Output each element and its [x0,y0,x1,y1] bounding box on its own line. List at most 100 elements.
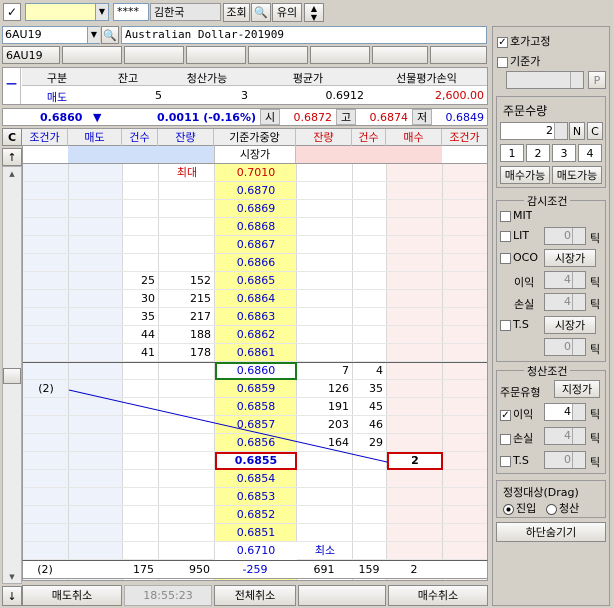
qty-preset-4[interactable]: 4 [578,144,602,162]
hdr-buy: 매수 [386,129,442,146]
pos-avg-price: 0.6912 [325,89,365,102]
sell-available-button[interactable]: 매도가능 [552,166,602,184]
total-bid-cnt: 159 [358,563,380,576]
order-drag-line [68,389,388,463]
clock-time: 18:55:23 [124,585,212,606]
qty-preset-3[interactable]: 3 [552,144,576,162]
search-icon[interactable]: 🔍 [101,26,119,44]
hdr-bid-cnt: 건수 [352,129,386,146]
qty-preset-2[interactable]: 2 [526,144,550,162]
pos-hdr-balance: 잔고 [117,72,139,85]
loss-label: 손실 [514,298,535,311]
ts-market-button[interactable]: 시장가 [544,316,596,334]
account-dropdown-icon[interactable]: ▼ [95,4,108,20]
open-label: 시 [260,109,280,125]
hoga-fixed-checkbox[interactable]: ✓ 호가고정 [497,33,607,49]
buy-cancel-button[interactable]: 매수취소 [388,585,488,606]
close-loss-input[interactable]: 4 [544,427,586,445]
symbol-tab-empty-5[interactable] [310,46,370,64]
scroll-up-button[interactable]: ↑ [2,148,22,166]
close-profit-checkbox[interactable]: ✓ 이익 [500,406,533,422]
hdr-center: 기준가중앙 [214,129,296,146]
lit-checkbox[interactable]: LIT [500,229,529,242]
query-button[interactable]: 조회 [223,3,250,22]
base-price-input[interactable] [506,71,584,89]
hdr-bid-qty: 잔량 [296,129,352,146]
total-ask-qty: 950 [189,563,210,576]
pos-pnl: 2,600.00 [435,89,484,102]
order-qty-input[interactable]: 2 [500,122,568,140]
symbol-dropdown-icon[interactable]: ▼ [87,27,100,43]
high-label: 고 [336,109,356,125]
symbol-tab-empty-7[interactable] [430,46,487,64]
hdr-cond-right: 조건가 [449,131,480,144]
pos-hdr-side: 구분 [46,72,68,85]
correction-target-title: 정정대상(Drag) [503,486,579,499]
close-profit-tick-label: 틱 [590,408,601,421]
close-ts-input[interactable]: 0 [544,451,586,469]
high-value: 0.6874 [369,111,409,124]
loss-tick-label: 틱 [590,298,601,311]
bottom-blank-button[interactable] [298,585,386,606]
order-book-grid[interactable]: 0.7010 최대 0.6870 0.6869 0.6868 0.6867 0.6866 25… [22,163,488,581]
checkbox-top[interactable]: ✓ [3,3,21,21]
ts-input[interactable]: 0 [544,338,586,356]
open-value: 0.6872 [293,111,333,124]
scroll-thumb[interactable] [3,368,21,384]
symbol-tab-empty-2[interactable] [124,46,184,64]
symbol-tab-empty-6[interactable] [372,46,428,64]
oco-checkbox[interactable]: OCO [500,251,538,264]
key-icon[interactable]: 🔍 [251,3,271,22]
liquidate-radio[interactable]: 청산 [546,500,579,516]
profit-tick-label: 틱 [590,276,601,289]
pos-hdr-avg: 평균가 [292,72,324,85]
password-field[interactable]: **** [113,3,149,21]
qty-preset-1[interactable]: 1 [500,144,524,162]
p-button[interactable]: P [588,71,606,89]
sell-cancel-button[interactable]: 매도취소 [22,585,122,606]
symbol-tab[interactable]: 6AU19 [2,46,60,64]
profit-label: 이익 [514,276,535,289]
market-price-label[interactable]: 시장가 [214,146,296,163]
n-button[interactable]: N [569,122,585,140]
entry-radio[interactable]: 진입 [503,500,536,516]
symbol-tab-empty-1[interactable] [62,46,122,64]
close-ts-tick-label: 틱 [590,456,601,469]
pos-balance: 5 [155,89,162,102]
total-ask-cnt: 175 [133,563,154,576]
close-profit-input[interactable]: 4 [544,403,586,421]
grid-c-button[interactable]: C [2,128,22,146]
updown-icon[interactable]: ▲ ▼ [304,3,324,22]
base-price-checkbox[interactable]: 기준가 [497,53,607,69]
ts-tick-label: 틱 [590,343,601,356]
scroll-top-arrow-icon[interactable]: ▲ [3,167,21,181]
hide-bottom-button[interactable]: 하단숨기기 [496,522,606,542]
pos-closable: 3 [241,89,248,102]
mit-checkbox[interactable]: MIT [500,209,532,222]
buy-available-button[interactable]: 매수가능 [500,166,550,184]
lit-input[interactable]: 0 [544,227,586,245]
position-collapse[interactable]: — [3,68,21,104]
ts-checkbox[interactable]: T.S [500,318,529,331]
c-button[interactable]: C [587,122,603,140]
oco-market-button[interactable]: 시장가 [544,249,596,267]
symbol-tab-empty-4[interactable] [248,46,308,64]
symbol-input[interactable]: 6AU19 [2,26,100,44]
pos-hdr-pnl: 선물평가손익 [396,72,457,85]
profit-input[interactable]: 4 [544,271,586,289]
hdr-cond-left: 조건가 [22,129,68,146]
limit-price-button[interactable]: 지정가 [554,380,600,398]
pos-hdr-closable: 청산가능 [186,72,228,85]
scroll-bottom-arrow-icon[interactable]: ▼ [3,570,21,584]
symbol-tab-empty-3[interactable] [186,46,246,64]
close-loss-checkbox[interactable]: 손실 [500,430,533,446]
loss-input[interactable]: 4 [544,293,586,311]
watch-condition-title: 감시조건 [524,193,571,209]
all-cancel-button[interactable]: 전체취소 [214,585,296,606]
fav-button[interactable]: 유의 [272,3,302,22]
scroll-down-button[interactable]: ↓ [2,586,22,606]
order-qty-title: 주문수량 [503,104,548,118]
close-ts-checkbox[interactable]: T.S [500,454,529,467]
low-label: 저 [412,109,432,125]
total-bid-qty: 691 [313,563,335,576]
